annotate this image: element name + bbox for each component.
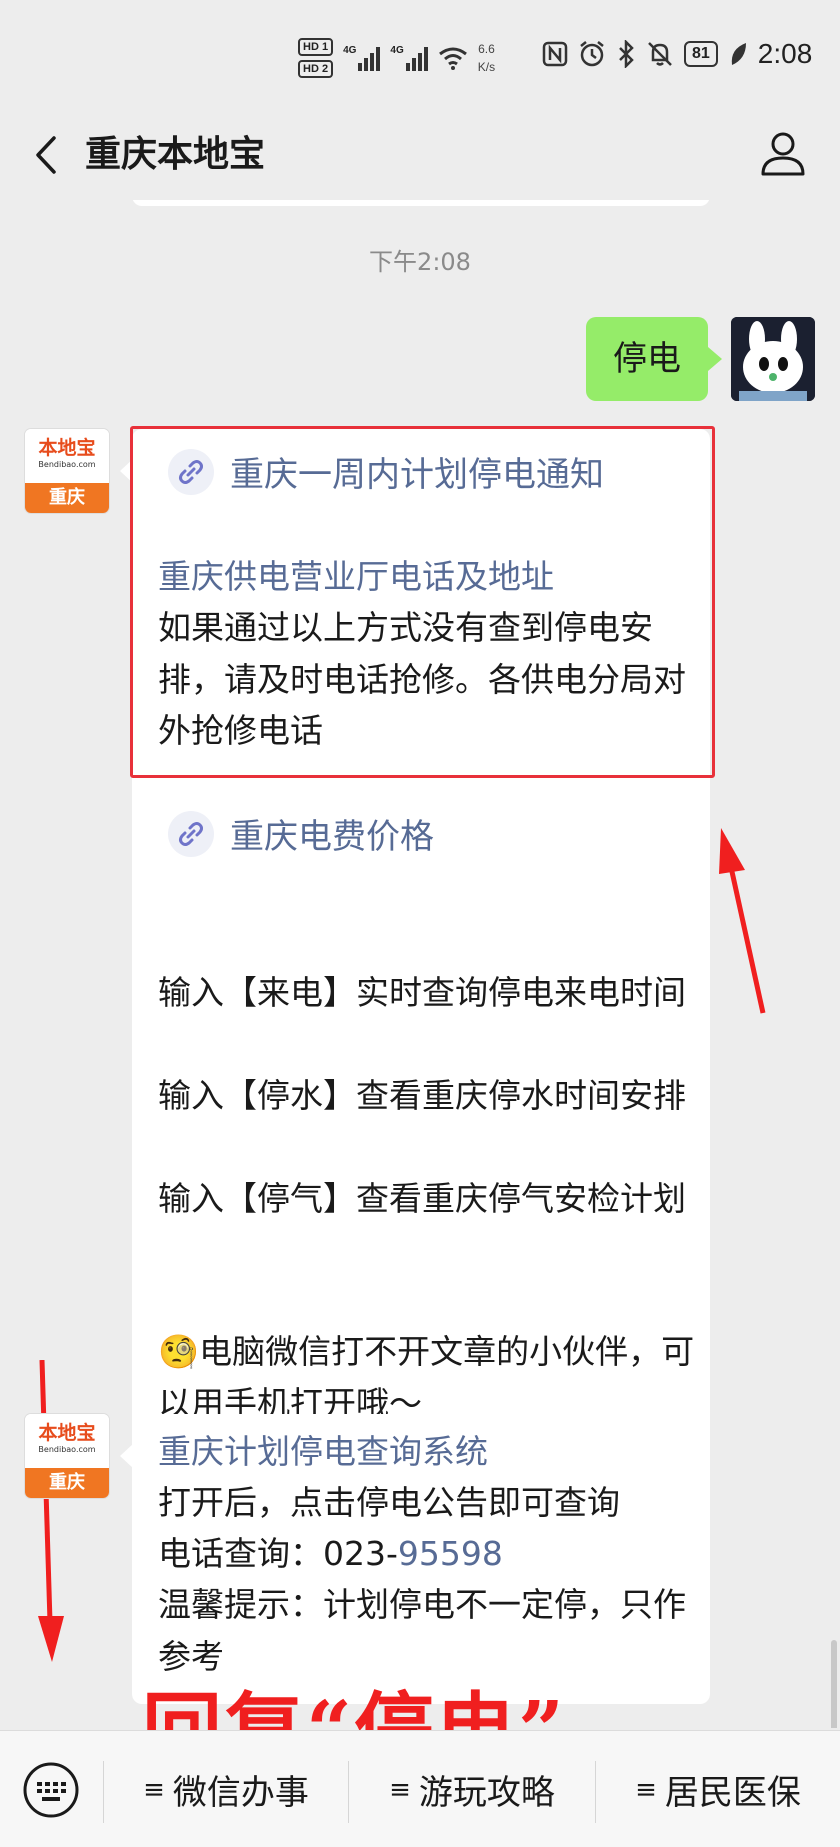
signal-label: 4G (343, 45, 357, 56)
bluetooth-icon (619, 40, 634, 68)
mobile-note-text: 电脑微信打不开文章的小伙伴，可以用手机打开哦～ (158, 1332, 695, 1423)
status-right-group: 81 2:08 (542, 38, 812, 70)
clock: 2:08 (757, 38, 813, 69)
wifi-icon (438, 47, 467, 70)
bot-avatar-city: 重庆 (25, 483, 109, 513)
keyword-power-line: 输入【来电】实时查询停电来电时间 (158, 973, 686, 1012)
alarm-icon (580, 41, 604, 67)
leaf-icon (731, 43, 746, 65)
link-electricity-price[interactable]: 重庆电费价格 (168, 809, 434, 858)
bot-message-bubble-2: 重庆计划停电查询系统 打开后，点击停电公告即可查询 电话查询：023-95598… (120, 1414, 710, 1704)
signal-label-2: 4G (390, 45, 404, 56)
status-bar: HD 1 HD 2 4G 4G 6.6 K/s 81 2:08 (0, 0, 840, 110)
bot-avatar-name: 本地宝 (38, 1422, 96, 1444)
message-timestamp: 下午2:08 (369, 248, 471, 276)
bot-avatar-city: 重庆 (25, 1468, 109, 1498)
thinking-face-emoji-icon: 🧐 (158, 1332, 200, 1371)
hd-indicators: HD 1 HD 2 (298, 38, 334, 78)
red-arrow-down-icon (38, 1360, 64, 1662)
bot-avatar[interactable]: 本地宝 Bendibao.com 重庆 (25, 429, 109, 513)
keyboard-icon[interactable] (22, 1761, 80, 1819)
phone-number-link[interactable]: 95598 (398, 1534, 503, 1573)
menu-list-icon: ≡ (389, 1774, 411, 1805)
menu-item-label: 微信办事 (172, 1773, 309, 1813)
phone-prefix: 电话查询：023- (158, 1534, 398, 1573)
bot-avatar[interactable]: 本地宝 Bendibao.com 重庆 (25, 1414, 109, 1498)
battery-indicator: 81 (684, 41, 718, 67)
menu-item-travel-guide[interactable]: ≡ 游玩攻略 (349, 1731, 595, 1847)
menu-list-icon: ≡ (143, 1774, 165, 1805)
net-speed: 6.6 K/s (478, 40, 495, 76)
hd2-badge: HD 2 (298, 60, 334, 78)
menu-item-label: 居民医保 (664, 1773, 801, 1813)
red-arrow-up-icon (719, 828, 766, 1014)
menu-item-label: 游玩攻略 (418, 1773, 555, 1813)
highlight-box (130, 426, 715, 778)
nfc-icon (542, 41, 568, 67)
user-avatar[interactable] (731, 317, 815, 401)
bot-avatar-name: 本地宝 (38, 437, 96, 459)
back-arrow-icon[interactable] (28, 130, 68, 180)
chat-area[interactable]: 下午2:08 停电 本地宝 Bendibao.com 重庆 重庆一周内计划停电通… (0, 200, 840, 1728)
status-left-group: HD 1 HD 2 4G 4G 6.6 K/s (298, 38, 495, 78)
bunny-avatar-icon (731, 317, 815, 401)
menu-item-medical-insurance[interactable]: ≡ 居民医保 (596, 1731, 840, 1847)
user-message-bubble[interactable]: 停电 (586, 317, 722, 401)
menu-item-wechat-services[interactable]: ≡ 微信办事 (104, 1731, 348, 1847)
query-instruction: 打开后，点击停电公告即可查询 (158, 1483, 620, 1522)
chat-header: 重庆本地宝 (0, 110, 840, 200)
signal-strength-2-icon: 4G (390, 45, 428, 71)
menu-list-icon: ≡ (635, 1774, 657, 1805)
phone-query: 电话查询：023-95598 (158, 1528, 698, 1580)
hd1-badge: HD 1 (298, 38, 334, 56)
tip-text: 温馨提示：计划停电不一定停，只作参考 (158, 1585, 686, 1676)
link-icon (168, 810, 214, 857)
net-speed-unit: K/s (477, 60, 496, 74)
keyword-gas-line: 输入【停气】查看重庆停气安检计划 (158, 1179, 686, 1218)
bot-avatar-url: Bendibao.com (38, 460, 96, 469)
profile-icon[interactable] (758, 128, 808, 178)
scrollbar-thumb[interactable] (831, 1640, 837, 1728)
bottom-menu-bar: ≡ 微信办事 ≡ 游玩攻略 ≡ 居民医保 (0, 1730, 840, 1847)
page-title: 重庆本地宝 (85, 134, 266, 175)
link-text[interactable]: 重庆电费价格 (230, 809, 434, 858)
bot-avatar-url: Bendibao.com (38, 1445, 96, 1454)
signal-strength-icon: 4G (343, 45, 381, 71)
keyword-water-line: 输入【停水】查看重庆停水时间安排 (158, 1076, 686, 1115)
net-speed-value: 6.6 (478, 42, 495, 56)
mute-bell-icon (648, 42, 672, 66)
previous-message-edge (132, 200, 710, 206)
link-outage-query-system[interactable]: 重庆计划停电查询系统 (158, 1426, 698, 1478)
